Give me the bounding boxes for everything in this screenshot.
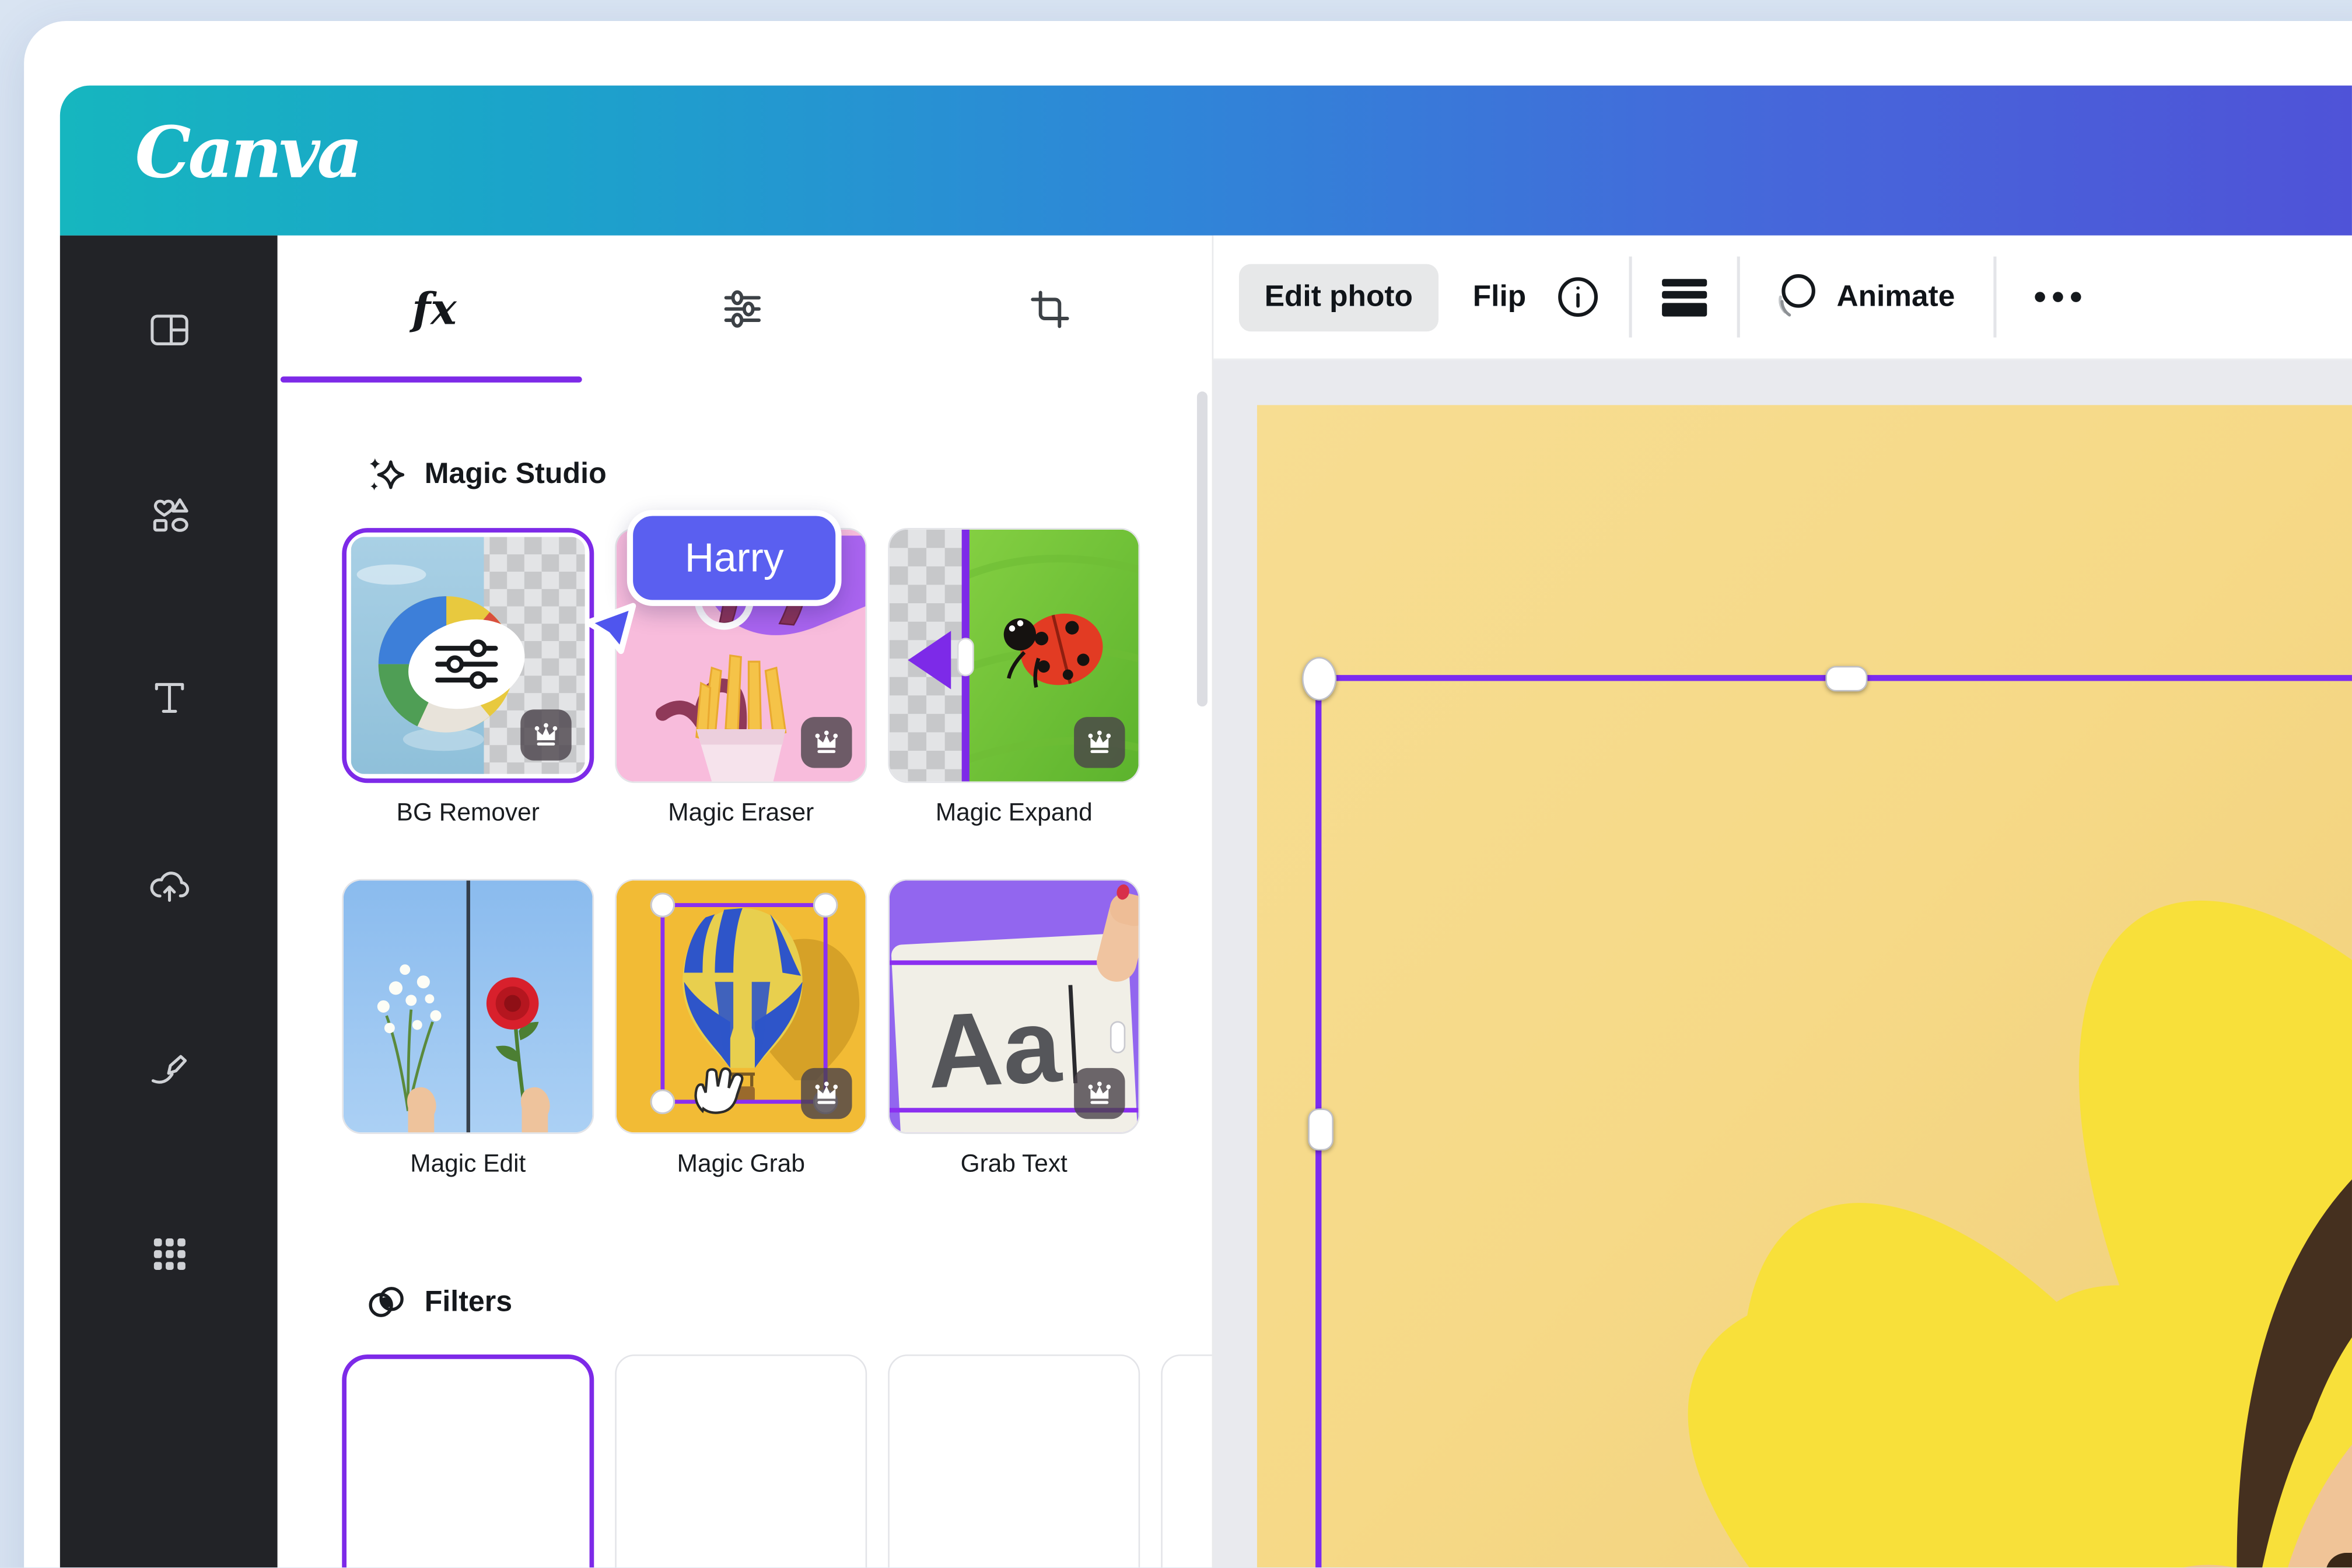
magic-studio-title: Magic Studio xyxy=(424,457,607,491)
uploads-icon xyxy=(150,872,190,902)
grab-text-thumbnail: Aa xyxy=(888,878,1140,1134)
more-icon xyxy=(2035,292,2082,302)
app-stage: Canva fx Magic Studio BG Remover Magic E… xyxy=(0,0,2352,1568)
magic-edit-art xyxy=(343,880,593,1133)
premium-crown-badge xyxy=(801,717,852,768)
crown-icon xyxy=(815,1082,838,1104)
premium-crown-badge xyxy=(520,709,572,761)
tool-card-magic-edit[interactable]: Magic Edit xyxy=(342,878,594,1179)
text-icon xyxy=(155,682,184,713)
premium-crown-badge xyxy=(801,1068,852,1119)
bg-remover-thumbnail xyxy=(342,528,594,783)
collaborator-name: Harry xyxy=(684,534,784,580)
filter-option-greyscale[interactable] xyxy=(615,1354,867,1568)
tool-label: Magic Edit xyxy=(410,1150,526,1178)
tool-label: Magic Expand xyxy=(935,799,1093,827)
toolbar-divider xyxy=(1629,256,1633,338)
magic-edit-thumbnail xyxy=(342,878,594,1134)
svg-text:Aa: Aa xyxy=(924,986,1065,1110)
tool-card-bg-remover[interactable]: BG Remover xyxy=(342,528,594,828)
tools-panel: fx Magic Studio BG Remover Magic Eraser … xyxy=(277,235,1212,1568)
tool-card-magic-expand[interactable]: Magic Expand xyxy=(888,528,1140,828)
selection-handle-corner[interactable] xyxy=(1301,657,1337,701)
info-icon xyxy=(1559,277,1599,317)
design-canvas xyxy=(1213,360,2352,1568)
crown-icon xyxy=(1088,730,1111,753)
sidebar-item-elements[interactable] xyxy=(132,477,207,552)
magic-studio-header: Magic Studio xyxy=(366,454,607,495)
collaborator-label: Harry xyxy=(626,510,842,606)
crown-icon xyxy=(1088,1082,1111,1104)
effects-fx-label: fx xyxy=(412,283,457,335)
filters-title: Filters xyxy=(424,1285,513,1319)
flip-button[interactable]: Flip xyxy=(1473,280,1526,314)
filter-option-warm[interactable] xyxy=(888,1354,1140,1568)
sidebar-item-apps[interactable] xyxy=(132,1216,207,1292)
sliders-icon xyxy=(723,290,760,328)
toolbar-divider xyxy=(1994,256,1997,338)
crop-icon xyxy=(1030,290,1069,328)
photo-graphic xyxy=(1256,405,2352,1568)
more-button[interactable] xyxy=(2031,288,2085,306)
animate-label[interactable]: Animate xyxy=(1836,280,1955,314)
position-button[interactable] xyxy=(1661,275,1709,320)
sparkles-icon xyxy=(369,458,405,491)
canvas-area: Edit photo Flip Animate xyxy=(1212,235,2352,1568)
filters-row xyxy=(342,1354,1212,1568)
elements-icon xyxy=(153,498,188,532)
selection-handle-top[interactable] xyxy=(1825,666,1868,692)
photo-element[interactable] xyxy=(1256,405,2352,1568)
canva-logo: Canva xyxy=(135,112,362,195)
sidebar-item-draw[interactable] xyxy=(132,1032,207,1107)
tool-label: BG Remover xyxy=(396,799,540,827)
design-icon xyxy=(150,314,188,345)
sidebar xyxy=(60,235,278,1568)
magic-studio-grid: BG Remover Magic Eraser Magic Expand Mag… xyxy=(342,528,1140,1179)
info-button[interactable] xyxy=(1556,275,1601,320)
sidebar-item-design[interactable] xyxy=(132,292,207,368)
position-icon xyxy=(1662,279,1708,317)
tool-card-magic-grab[interactable]: Magic Grab xyxy=(615,878,867,1179)
app-header: Canva xyxy=(60,85,2352,236)
filters-icon xyxy=(369,1287,404,1317)
animate-button[interactable] xyxy=(1772,271,1823,322)
tab-adjust[interactable] xyxy=(588,236,895,383)
crown-icon xyxy=(534,723,558,746)
sidebar-item-text[interactable] xyxy=(132,660,207,735)
scrollbar-thumb[interactable] xyxy=(1196,391,1208,707)
filters-header: Filters xyxy=(366,1283,512,1323)
premium-crown-badge xyxy=(1074,1068,1125,1119)
animate-icon xyxy=(1779,274,1816,317)
selection-handle-left[interactable] xyxy=(1308,1108,1334,1151)
active-tab-indicator xyxy=(280,376,582,383)
panel-tabs: fx xyxy=(278,236,1200,383)
tool-label: Grab Text xyxy=(960,1150,1068,1178)
tool-card-grab-text[interactable]: Aa Grab Text xyxy=(888,878,1140,1179)
magic-grab-thumbnail xyxy=(615,878,867,1134)
magic-expand-thumbnail xyxy=(888,528,1140,783)
tool-label: Magic Grab xyxy=(677,1150,805,1178)
draw-icon xyxy=(151,1055,187,1084)
panel-scrollbar[interactable] xyxy=(1196,391,1208,1546)
tab-crop[interactable] xyxy=(895,236,1203,383)
crown-icon xyxy=(815,730,838,753)
premium-crown-badge xyxy=(1074,717,1125,768)
tool-label: Magic Eraser xyxy=(668,799,814,827)
edit-photo-button[interactable]: Edit photo xyxy=(1238,263,1438,331)
sidebar-item-uploads[interactable] xyxy=(132,849,207,924)
canvas-toolbar: Edit photo Flip Animate xyxy=(1213,235,2352,360)
tab-effects[interactable]: fx xyxy=(281,236,588,383)
filter-option-original[interactable] xyxy=(342,1354,594,1568)
apps-icon xyxy=(153,1238,186,1270)
collaborator-cursor-icon xyxy=(584,603,636,654)
toolbar-divider xyxy=(1737,256,1741,338)
